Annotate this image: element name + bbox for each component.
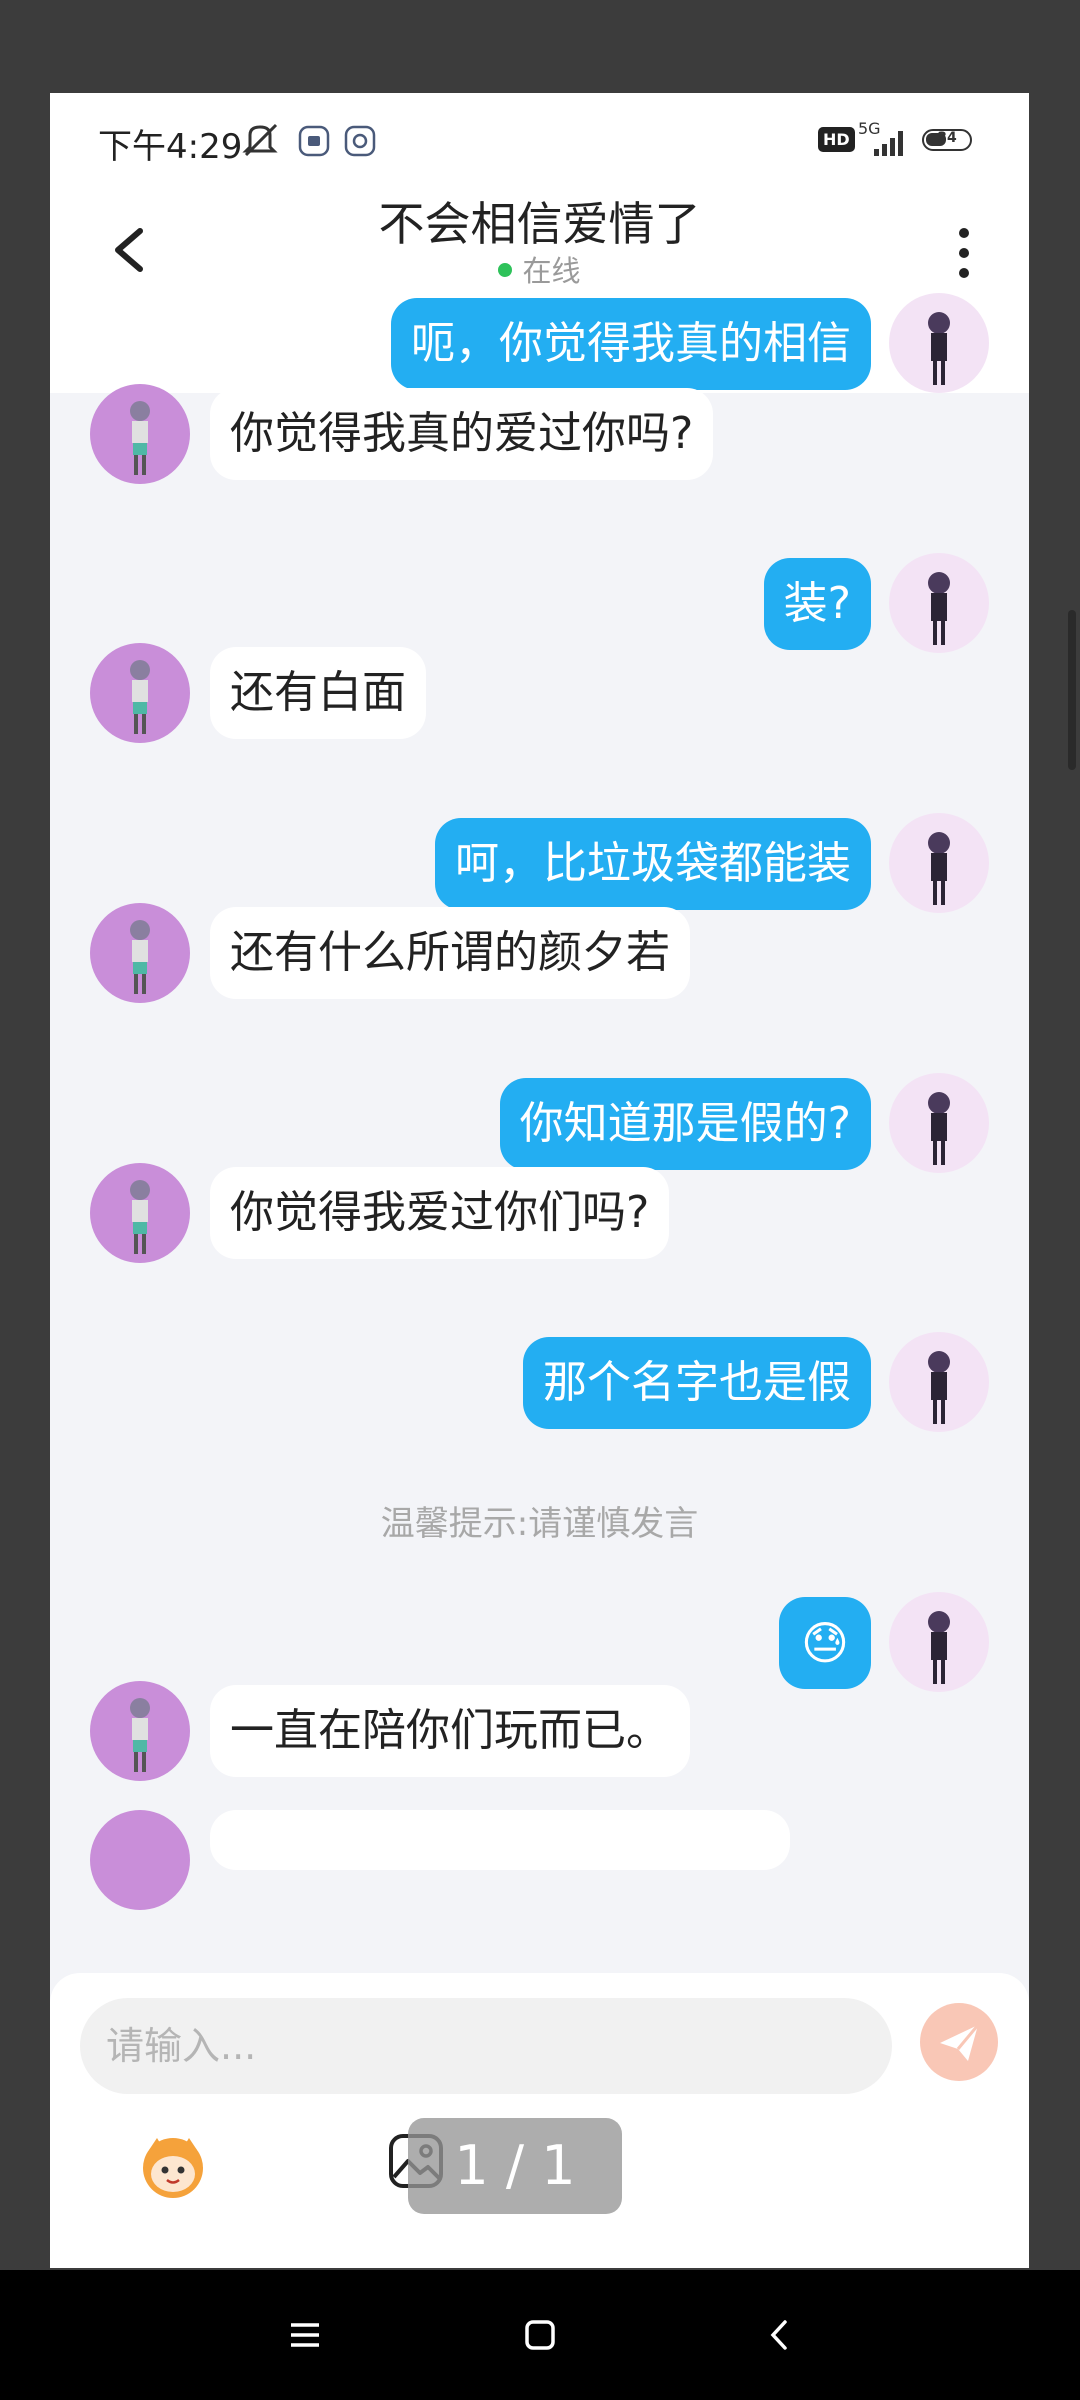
anime-boy-avatar-icon xyxy=(130,401,150,475)
anime-girl-avatar-icon xyxy=(928,1351,950,1424)
contact-avatar[interactable] xyxy=(90,903,190,1003)
status-time: 下午4:29 xyxy=(98,127,243,167)
online-dot-icon xyxy=(498,263,513,277)
system-tip: 温馨提示:请谨慎发言 xyxy=(380,1504,699,1544)
more-vertical-icon xyxy=(959,228,969,278)
signal-icon xyxy=(874,131,903,156)
anime-girl-avatar-icon xyxy=(928,312,950,385)
anime-girl-avatar-icon xyxy=(928,572,950,645)
message-bubble[interactable]: 你觉得我真的爱过你吗? xyxy=(210,388,714,480)
status-bar: 下午4:29 HD 5G 34 xyxy=(50,93,1029,188)
anime-boy-avatar-icon xyxy=(130,1698,150,1772)
my-avatar[interactable] xyxy=(889,813,989,913)
page-indicator: 1 / 1 xyxy=(408,2118,622,2214)
contact-avatar[interactable] xyxy=(90,643,190,743)
phone-screen: 下午4:29 HD 5G 34 不会相信爱情了 在线 呃，你觉得我真的相信 你觉… xyxy=(50,93,1029,2268)
hd-badge: HD xyxy=(818,127,855,152)
message-bubble-partial xyxy=(210,1810,790,1870)
paper-plane-icon xyxy=(940,2024,980,2061)
my-avatar[interactable] xyxy=(889,1073,989,1173)
system-nav-bar xyxy=(0,2270,1080,2400)
message-bubble[interactable]: 呵，比垃圾袋都能装 xyxy=(435,818,871,910)
battery-level: 34 xyxy=(937,130,957,146)
side-scroll-handle xyxy=(1068,610,1076,770)
mute-icon xyxy=(242,123,278,157)
home-icon[interactable] xyxy=(520,2315,560,2355)
more-options-button[interactable] xyxy=(934,213,994,293)
back-icon[interactable] xyxy=(760,2315,800,2355)
anime-girl-avatar-icon xyxy=(928,832,950,905)
chat-title: 不会相信爱情了 xyxy=(378,197,701,251)
message-bubble[interactable]: 还有白面 xyxy=(210,647,426,739)
message-input[interactable] xyxy=(80,1998,892,2094)
mascot-sticker-button[interactable] xyxy=(135,2128,211,2204)
message-bubble[interactable]: 一直在陪你们玩而已。 xyxy=(210,1685,690,1777)
battery-icon: 34 xyxy=(922,129,972,151)
contact-avatar[interactable] xyxy=(90,1681,190,1781)
contact-avatar[interactable] xyxy=(90,384,190,484)
message-bubble[interactable]: 你觉得我爱过你们吗? xyxy=(210,1167,670,1259)
message-bubble[interactable]: 那个名字也是假 xyxy=(523,1337,871,1429)
my-avatar[interactable] xyxy=(889,553,989,653)
mascot-face-icon xyxy=(143,2138,203,2198)
message-bubble[interactable]: 装? xyxy=(763,558,871,650)
message-list[interactable]: 呃，你觉得我真的相信 你觉得我真的爱过你吗? 装? 还有白面 呵，比垃圾袋都能装… xyxy=(50,288,1029,1978)
message-bubble[interactable]: 还有什么所谓的颜夕若 xyxy=(210,907,690,999)
online-status: 在线 xyxy=(50,248,1029,290)
my-avatar[interactable] xyxy=(889,1592,989,1692)
contact-avatar[interactable] xyxy=(90,1810,190,1910)
contact-avatar[interactable] xyxy=(90,1163,190,1263)
message-bubble[interactable]: 呃，你觉得我真的相信 xyxy=(391,298,871,390)
send-button[interactable] xyxy=(920,2003,998,2081)
anime-boy-avatar-icon xyxy=(130,1180,150,1254)
anime-girl-avatar-icon xyxy=(928,1611,950,1684)
anime-girl-avatar-icon xyxy=(928,1092,950,1165)
anime-boy-avatar-icon xyxy=(130,920,150,994)
menu-icon[interactable] xyxy=(285,2315,325,2355)
emoji-message-bubble[interactable]: 😓 xyxy=(779,1597,871,1689)
my-avatar[interactable] xyxy=(889,293,989,393)
message-bubble[interactable]: 你知道那是假的? xyxy=(499,1078,871,1170)
anime-boy-avatar-icon xyxy=(130,660,150,734)
app-notification-icon-2 xyxy=(344,125,376,157)
online-status-label: 在线 xyxy=(522,254,581,288)
my-avatar[interactable] xyxy=(889,1332,989,1432)
app-notification-icon xyxy=(298,125,330,157)
